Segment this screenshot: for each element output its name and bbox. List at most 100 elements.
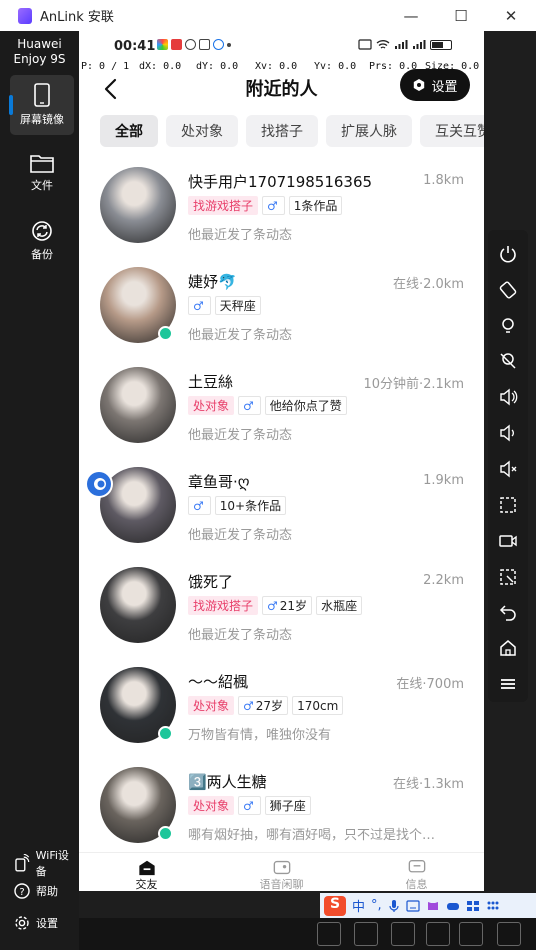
region-capture-icon bbox=[500, 568, 516, 585]
nav-tab-label: 交友 bbox=[135, 878, 158, 891]
record-button[interactable] bbox=[488, 523, 528, 559]
screenshot-button[interactable] bbox=[488, 487, 528, 523]
tab-mutual-follow[interactable]: 互关互赞 bbox=[420, 115, 484, 147]
microphone-icon[interactable] bbox=[388, 899, 400, 913]
sidebar-item-label: 文件 bbox=[31, 179, 53, 192]
video-record-icon bbox=[499, 534, 517, 547]
sidebar-item-settings[interactable]: 设置 bbox=[14, 915, 58, 931]
avatar[interactable] bbox=[100, 367, 176, 443]
settings-label: 设置 bbox=[431, 79, 458, 95]
sidebar-item-backup[interactable]: 备份 bbox=[10, 211, 74, 271]
region-capture-button[interactable] bbox=[488, 559, 528, 595]
layout-button[interactable] bbox=[317, 922, 341, 946]
download-button[interactable] bbox=[459, 922, 483, 946]
browser-notification-icon bbox=[213, 39, 224, 50]
folder-icon bbox=[30, 155, 54, 173]
intent-tag: 处对象 bbox=[188, 796, 235, 815]
intent-tag: 找游戏搭子 bbox=[188, 596, 259, 615]
menu-icon bbox=[501, 679, 515, 689]
ime-lang-toggle[interactable]: 中 bbox=[352, 896, 365, 915]
activity-text: 哪有烟好抽，哪有酒好喝，只不过是找个… bbox=[188, 828, 436, 843]
user-name[interactable]: 婕妤🐬 bbox=[188, 271, 237, 292]
volume-up-button[interactable] bbox=[488, 379, 528, 415]
avatar[interactable] bbox=[100, 567, 176, 643]
user-name[interactable]: ～～紹楓 bbox=[188, 671, 248, 692]
user-name[interactable]: 3️⃣两人生糖 bbox=[188, 771, 267, 792]
gender-age-tag: ♂ 27岁 bbox=[238, 696, 289, 715]
back-key-button[interactable] bbox=[488, 594, 528, 630]
sidebar-item-screen-mirror[interactable]: 屏幕镜像 bbox=[9, 75, 74, 135]
news-notification-icon bbox=[171, 39, 182, 50]
list-item[interactable]: 饿死了 2.2km 找游戏搭子 ♂ 21岁 水瓶座 他最近发了条动态 bbox=[79, 561, 484, 661]
list-item[interactable]: 土豆絲 10分钟前·2.1km 处对象 ♂ 他给你点了赞 他最近发了条动态 bbox=[79, 361, 484, 461]
ime-punct-toggle[interactable]: °, bbox=[371, 898, 382, 913]
list-item[interactable]: 章鱼哥·ღ 1.9km ♂ 10+条作品 他最近发了条动态 bbox=[79, 461, 484, 561]
grid-menu-icon[interactable] bbox=[486, 900, 500, 912]
power-button[interactable] bbox=[488, 236, 528, 272]
edge-browser-floating-icon[interactable] bbox=[85, 470, 113, 498]
gear-icon bbox=[15, 916, 29, 930]
browser-icon bbox=[87, 472, 111, 496]
maximize-button[interactable]: ☐ bbox=[436, 0, 486, 31]
sidebar-item-help[interactable]: ? 帮助 bbox=[14, 883, 58, 899]
sidebar-item-files[interactable]: 文件 bbox=[10, 143, 74, 203]
rotate-button[interactable] bbox=[488, 272, 528, 308]
list-item[interactable]: 3️⃣两人生糖 在线·1.3km 处对象 ♂ 狮子座 哪有烟好抽，哪有酒好喝，只不过是找个… bbox=[79, 761, 484, 861]
user-name[interactable]: 土豆絲 bbox=[188, 371, 233, 392]
tab-find-partner[interactable]: 找搭子 bbox=[246, 115, 318, 147]
home-outline-icon bbox=[500, 640, 516, 656]
sidebar-item-wifi-device[interactable]: WiFi设备 bbox=[14, 847, 79, 879]
home-key-button[interactable] bbox=[488, 630, 528, 666]
game-icon[interactable] bbox=[446, 900, 460, 912]
user-name[interactable]: 快手用户1707198516365 bbox=[188, 171, 372, 192]
keyboard-button[interactable] bbox=[426, 922, 450, 946]
distance-label: 在线·700m bbox=[396, 677, 464, 692]
activity-text: 他最近发了条动态 bbox=[188, 628, 293, 643]
phone-screen[interactable]: 00:41 P: 0 / 1 dX: 0.0 dY: 0.0 Xv: 0.0 Y… bbox=[79, 31, 484, 891]
list-item[interactable]: 婕妤🐬 在线·2.0km ♂ 天秤座 他最近发了条动态 bbox=[79, 261, 484, 361]
list-item[interactable]: ～～紹楓 在线·700m 处对象 ♂ 27岁 170cm 万物皆有情，唯独你没有 bbox=[79, 661, 484, 761]
intent-tag: 处对象 bbox=[188, 696, 235, 715]
mute-icon bbox=[500, 460, 517, 478]
avatar[interactable] bbox=[100, 167, 176, 243]
nav-bar: 附近的人 设置 bbox=[79, 69, 484, 113]
cloud-notification-icon bbox=[199, 39, 210, 50]
nav-tab-messages[interactable]: 信息 bbox=[349, 853, 484, 891]
usb-button[interactable] bbox=[354, 922, 378, 946]
gender-age-tag: ♂ bbox=[262, 196, 285, 215]
male-icon: ♂ bbox=[243, 698, 254, 713]
gender-age-tag: ♂ 21岁 bbox=[262, 596, 313, 615]
distance-label: 1.9km bbox=[423, 473, 464, 488]
tab-all[interactable]: 全部 bbox=[100, 115, 158, 147]
rotate-icon bbox=[499, 281, 517, 299]
screen-off-button[interactable] bbox=[488, 344, 528, 380]
message-icon bbox=[408, 860, 425, 873]
user-name[interactable]: 饿死了 bbox=[188, 571, 233, 592]
list-item[interactable]: 快手用户1707198516365 1.8km 找游戏搭子 ♂ 1条作品 他最近发了条动态 bbox=[79, 161, 484, 261]
close-button[interactable]: ✕ bbox=[486, 0, 536, 31]
distance-label: 1.8km bbox=[423, 173, 464, 188]
keyboard-icon[interactable] bbox=[406, 899, 420, 912]
toolbox-icon[interactable] bbox=[466, 900, 480, 912]
sidebar-item-label: 屏幕镜像 bbox=[20, 113, 64, 126]
nav-tab-voice-chat[interactable]: 语音闲聊 bbox=[214, 853, 349, 891]
tab-dating[interactable]: 处对象 bbox=[166, 115, 238, 147]
intent-tag: 处对象 bbox=[188, 396, 235, 415]
tag-row: 处对象 ♂ 狮子座 bbox=[188, 796, 311, 815]
status-notification-icons bbox=[157, 39, 231, 50]
settings-button[interactable]: 设置 bbox=[400, 69, 470, 101]
screen-on-button[interactable] bbox=[488, 308, 528, 344]
nav-tab-friends[interactable]: 交友 bbox=[79, 853, 214, 891]
sidebar-item-label: 备份 bbox=[31, 248, 53, 261]
tag-text: 处对象 bbox=[193, 399, 230, 413]
settings-tool-button[interactable] bbox=[391, 922, 415, 946]
user-name[interactable]: 章鱼哥·ღ bbox=[188, 471, 250, 492]
tab-network[interactable]: 扩展人脉 bbox=[326, 115, 412, 147]
sogou-logo-icon[interactable]: S bbox=[324, 895, 346, 916]
menu-key-button[interactable] bbox=[488, 666, 528, 702]
more-button[interactable] bbox=[497, 922, 521, 946]
skin-icon[interactable] bbox=[426, 900, 440, 912]
volume-down-button[interactable] bbox=[488, 415, 528, 451]
minimize-button[interactable]: — bbox=[386, 0, 436, 31]
mute-button[interactable] bbox=[488, 451, 528, 487]
